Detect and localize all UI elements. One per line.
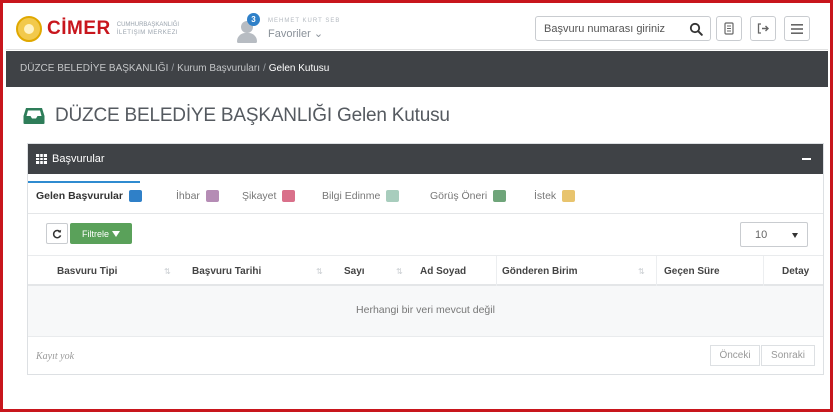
page-title: DÜZCE BELEDİYE BAŞKANLIĞI Gelen Kutusu xyxy=(23,103,450,129)
tab-color-swatch xyxy=(205,190,219,202)
tab-information-request[interactable]: Bilgi Edinme xyxy=(322,190,400,202)
breadcrumb-item-inbox: Gelen Kutusu xyxy=(268,63,330,74)
tab-denunciation[interactable]: İhbar xyxy=(176,190,219,202)
tab-color-swatch xyxy=(386,190,400,202)
filter-button[interactable]: Filtrele xyxy=(70,223,132,244)
column-sender-unit[interactable]: Gönderen Birim xyxy=(502,266,578,277)
tab-complaint[interactable]: Şikayet xyxy=(242,190,296,202)
breadcrumb-item-applications[interactable]: Kurum Başvuruları xyxy=(177,63,260,74)
next-page-button[interactable]: Sonraki xyxy=(761,345,815,366)
applications-panel: Başvurular Gelen Başvurular İhbar Şikaye… xyxy=(27,143,824,375)
breadcrumb: DÜZCE BELEDİYE BAŞKANLIĞI / Kurum Başvurul… xyxy=(6,51,828,87)
notification-badge[interactable]: 3 xyxy=(247,13,260,26)
previous-page-button[interactable]: Önceki xyxy=(710,345,760,366)
menu-icon xyxy=(791,23,803,34)
logout-icon xyxy=(757,23,769,34)
refresh-button[interactable] xyxy=(46,223,68,244)
top-header: CİMER Cumhurbaşkanlığı İletişim Merkezi … xyxy=(6,6,828,50)
column-application-type[interactable]: Basvuru Tipi xyxy=(57,266,117,277)
table-toolbar: Filtrele 10 xyxy=(28,214,823,256)
documents-button[interactable] xyxy=(716,16,742,41)
cimer-logo[interactable]: CİMER Cumhurbaşkanlığı İletişim Merkezi xyxy=(16,15,181,43)
filter-icon xyxy=(112,230,120,237)
logo-subtitle: Cumhurbaşkanlığı İletişim Merkezi xyxy=(116,22,180,36)
column-number[interactable]: Sayı xyxy=(344,266,365,277)
avatar: 3 xyxy=(234,13,260,44)
panel-header: Başvurular xyxy=(28,144,823,174)
inbox-icon xyxy=(23,108,45,124)
collapse-icon[interactable] xyxy=(802,158,811,160)
tab-opinion-suggestion[interactable]: Görüş Öneri xyxy=(430,190,507,202)
user-menu[interactable]: 3 MEHMET KURT SEB Favoriler ⌄ xyxy=(234,12,340,46)
page-title-text: DÜZCE BELEDİYE BAŞKANLIĞI Gelen Kutusu xyxy=(55,105,450,126)
sort-icon[interactable]: ⇅ xyxy=(638,267,645,276)
search-input[interactable] xyxy=(544,21,682,37)
menu-button[interactable] xyxy=(784,16,810,41)
logo-text: CİMER xyxy=(47,18,111,39)
tab-color-swatch xyxy=(282,190,296,202)
chevron-down-icon xyxy=(792,233,798,238)
logout-button[interactable] xyxy=(750,16,776,41)
sort-icon[interactable]: ⇅ xyxy=(316,267,323,276)
page-size-select[interactable]: 10 xyxy=(740,222,808,247)
logo-emblem-icon xyxy=(16,16,42,42)
table-icon xyxy=(36,154,47,164)
sort-icon[interactable]: ⇅ xyxy=(164,267,171,276)
record-count: Kayıt yok xyxy=(36,351,75,362)
refresh-icon xyxy=(52,229,62,238)
tab-request[interactable]: İstek xyxy=(534,190,576,202)
panel-title: Başvurular xyxy=(52,153,105,165)
empty-table-message: Herhangi bir veri mevcut değil xyxy=(28,286,823,337)
tab-color-swatch xyxy=(128,190,142,202)
sort-icon[interactable]: ⇅ xyxy=(396,267,403,276)
favorites-dropdown[interactable]: Favoriler ⌄ xyxy=(268,27,340,40)
column-full-name[interactable]: Ad Soyad xyxy=(420,266,466,277)
search-icon[interactable] xyxy=(689,22,703,36)
column-elapsed-time[interactable]: Geçen Süre xyxy=(664,266,720,277)
column-detail: Detay xyxy=(782,266,810,277)
document-icon xyxy=(724,22,734,35)
tab-color-swatch xyxy=(562,190,576,202)
active-tab-indicator xyxy=(28,181,140,183)
application-search xyxy=(535,16,711,41)
breadcrumb-item-institution[interactable]: DÜZCE BELEDİYE BAŞKANLIĞI xyxy=(20,63,168,74)
app-window: CİMER Cumhurbaşkanlığı İletişim Merkezi … xyxy=(0,0,833,412)
table-footer: Kayıt yok Önceki Sonraki xyxy=(28,337,823,374)
user-name: MEHMET KURT SEB xyxy=(268,18,341,24)
tab-incoming[interactable]: Gelen Başvurular xyxy=(36,190,142,202)
category-tabs: Gelen Başvurular İhbar Şikayet Bilgi Edi… xyxy=(28,182,823,214)
column-application-date[interactable]: Başvuru Tarihi xyxy=(192,266,261,277)
tab-color-swatch xyxy=(493,190,507,202)
table-header: Basvuru Tipi ⇅ Başvuru Tarihi ⇅ Sayı ⇅ A… xyxy=(28,256,823,286)
